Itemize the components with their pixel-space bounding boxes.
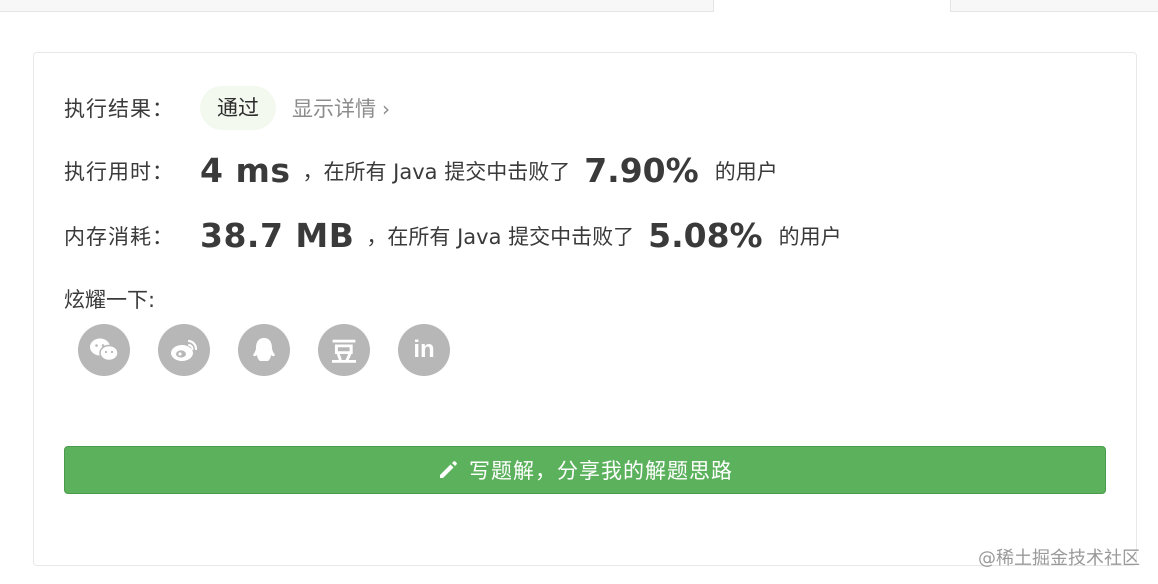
runtime-label: 执行用时：: [64, 159, 174, 184]
pencil-icon: [440, 461, 457, 478]
douban-icon[interactable]: 豆: [318, 324, 370, 376]
linkedin-glyph: in: [413, 336, 435, 363]
result-label: 执行结果：: [64, 97, 174, 121]
wechat-icon[interactable]: [78, 324, 130, 376]
memory-value: 38.7 MB: [200, 216, 355, 255]
write-solution-label: 写题解，分享我的解题思路: [469, 459, 733, 483]
weibo-icon[interactable]: [158, 324, 210, 376]
memory-percent: 5.08%: [648, 216, 763, 255]
qq-icon[interactable]: [238, 324, 290, 376]
memory-row: 内存消耗： 38.7 MB ，在所有 Java 提交中击败了 5.08% 的用户: [64, 216, 842, 255]
tab-right[interactable]: [950, 0, 1158, 12]
watermark: @稀土掘金技术社区: [978, 548, 1140, 569]
memory-compare-text: ，在所有 Java 提交中击败了: [366, 224, 635, 249]
linkedin-icon[interactable]: in: [398, 324, 450, 376]
top-tab-strip: [0, 0, 1158, 12]
show-details-label: 显示详情: [292, 97, 376, 121]
douban-glyph: 豆: [330, 337, 357, 368]
tab-left[interactable]: [0, 0, 714, 12]
runtime-percent-value: 7.90%: [584, 151, 699, 190]
share-label: 炫耀一下:: [64, 288, 156, 312]
chevron-right-icon: ›: [382, 97, 390, 121]
runtime-suffix: 的用户: [714, 159, 778, 184]
share-icons: 豆 in: [78, 324, 478, 376]
runtime-percent: 7.90%: [584, 151, 699, 190]
result-row: 执行结果： 通过 显示详情 ›: [64, 86, 390, 130]
runtime-row: 执行用时： 4 ms ，在所有 Java 提交中击败了 7.90% 的用户: [64, 151, 778, 190]
tab-active[interactable]: [714, 0, 950, 12]
status-badge: 通过: [200, 86, 276, 130]
memory-suffix: 的用户: [778, 224, 842, 249]
memory-percent-value: 5.08%: [648, 216, 763, 255]
show-details-link[interactable]: 显示详情 ›: [292, 93, 390, 123]
memory-label: 内存消耗：: [64, 224, 174, 249]
write-solution-button[interactable]: 写题解，分享我的解题思路: [64, 446, 1106, 494]
runtime-value: 4 ms: [200, 151, 291, 190]
runtime-compare-text: ，在所有 Java 提交中击败了: [302, 159, 571, 184]
